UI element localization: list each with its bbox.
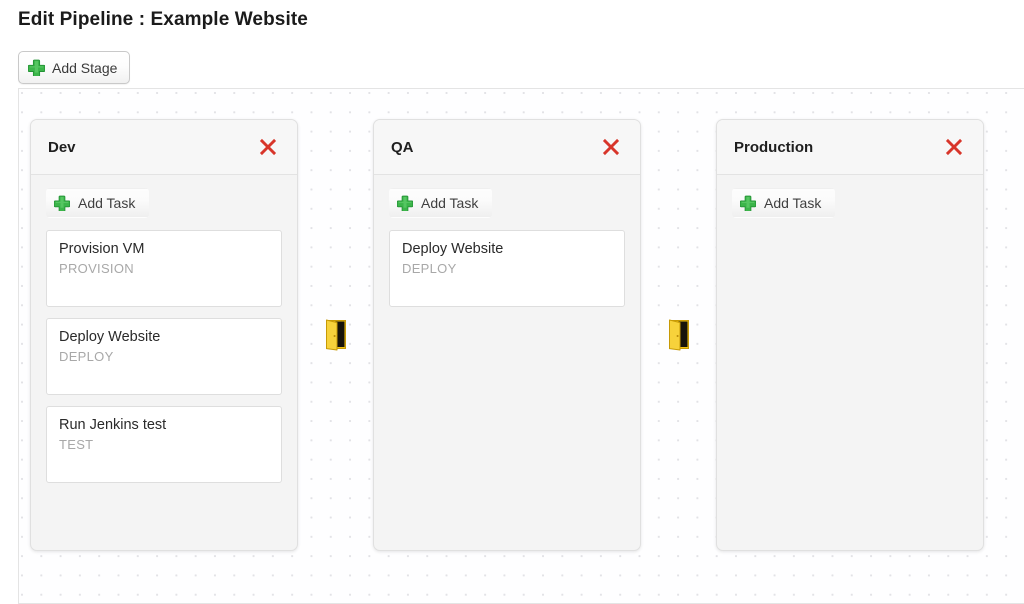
delete-stage-button[interactable] [943,136,965,158]
delete-stage-button[interactable] [257,136,279,158]
stage-card-dev[interactable]: Dev Add Task Provision VM PROVISION Deploy W… [30,119,298,551]
delete-stage-button[interactable] [600,136,622,158]
add-stage-label: Add Stage [52,59,118,76]
stage-body: Add Task [717,175,983,550]
page-title: Edit Pipeline : Example Website [18,9,308,30]
task-type: DEPLOY [402,260,457,276]
stages-row: Dev Add Task Provision VM PROVISION Deploy W… [30,119,984,551]
door-icon[interactable] [323,318,349,352]
task-name: Deploy Website [402,241,504,257]
task-type: DEPLOY [59,348,114,364]
stage-header: Dev [31,120,297,175]
door-icon[interactable] [666,318,692,352]
stage-card-production[interactable]: Production Add Task [716,119,984,551]
plus-icon [54,195,70,211]
add-task-label: Add Task [764,195,822,211]
gate-connector[interactable] [641,119,716,551]
task-card[interactable]: Provision VM PROVISION [46,230,282,307]
add-task-label: Add Task [421,195,479,211]
stage-header: QA [374,120,640,175]
task-card[interactable]: Deploy Website DEPLOY [46,318,282,395]
task-card[interactable]: Deploy Website DEPLOY [389,230,625,307]
stage-header: Production [717,120,983,175]
stage-title: Production [734,138,814,156]
task-type: PROVISION [59,260,134,276]
stage-body: Add Task Deploy Website DEPLOY [374,175,640,550]
close-x-icon[interactable] [600,136,622,158]
add-task-button[interactable]: Add Task [732,188,836,218]
add-task-button[interactable]: Add Task [46,188,150,218]
task-type: TEST [59,436,94,452]
plus-icon [397,195,413,211]
stage-card-qa[interactable]: QA Add Task Deploy Website DEPLOY [373,119,641,551]
add-task-button[interactable]: Add Task [389,188,493,218]
stage-body: Add Task Provision VM PROVISION Deploy Webs… [31,175,297,550]
plus-icon [740,195,756,211]
gate-connector[interactable] [298,119,373,551]
plus-icon [28,59,45,76]
stage-title: Dev [48,138,76,156]
close-x-icon[interactable] [943,136,965,158]
stage-title: QA [391,138,414,156]
task-name: Run Jenkins test [59,417,167,433]
add-task-label: Add Task [78,195,136,211]
add-stage-button[interactable]: Add Stage [18,51,131,84]
close-x-icon[interactable] [257,136,279,158]
task-name: Deploy Website [59,329,161,345]
pipeline-canvas[interactable]: Dev Add Task Provision VM PROVISION Deploy W… [18,88,1024,604]
task-name: Provision VM [59,241,145,257]
task-card[interactable]: Run Jenkins test TEST [46,406,282,483]
